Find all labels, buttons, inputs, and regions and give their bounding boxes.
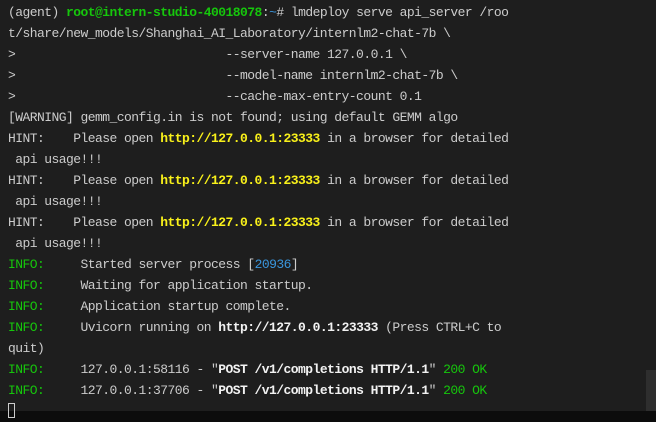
terminal-text: INFO: (8, 383, 45, 398)
url-text: http://127.0.0.1:23333 (160, 215, 320, 230)
terminal-text: t/share/new_models/Shanghai_AI_Laborator… (8, 26, 451, 41)
terminal-text: root@intern-studio-40018078 (66, 5, 262, 20)
terminal-text: 20936 (254, 257, 292, 272)
terminal-line: [WARNING] gemm_config.in is not found; u… (8, 107, 656, 128)
terminal-line: HINT: Please open http://127.0.0.1:23333… (8, 212, 656, 233)
terminal-line: (agent) root@intern-studio-40018078:~# l… (8, 2, 656, 23)
terminal-text: POST /v1/completions HTTP/1.1 (218, 383, 429, 398)
terminal-text: INFO: (8, 362, 45, 377)
terminal-text: api usage!!! (8, 152, 103, 167)
url-text: http://127.0.0.1:23333 (160, 131, 320, 146)
terminal-text: > --server-name 127.0.0.1 \ (8, 47, 407, 62)
terminal-line: HINT: Please open http://127.0.0.1:23333… (8, 128, 656, 149)
terminal-text: Started server process [ (44, 257, 256, 272)
terminal-text: in a browser for detailed (319, 215, 509, 230)
terminal-line: t/share/new_models/Shanghai_AI_Laborator… (8, 23, 656, 44)
terminal-line: > --server-name 127.0.0.1 \ (8, 44, 656, 65)
terminal-line: INFO: 127.0.0.1:58116 - "POST /v1/comple… (8, 359, 656, 380)
prompt-line[interactable] (8, 401, 656, 422)
url-text: http://127.0.0.1:23333 (218, 320, 378, 335)
terminal-text: : (261, 5, 270, 20)
terminal-text: INFO: (8, 320, 45, 335)
terminal-text: # lmdeploy serve api_server /roo (276, 5, 509, 20)
terminal-text: in a browser for detailed (319, 131, 509, 146)
terminal-text: (agent) (8, 5, 67, 20)
terminal-text: (Press CTRL+C to (377, 320, 502, 335)
terminal-line: > --cache-max-entry-count 0.1 (8, 86, 656, 107)
terminal-text: [WARNING] gemm_config.in is not found; u… (8, 110, 458, 125)
terminal-line: HINT: Please open http://127.0.0.1:23333… (8, 170, 656, 191)
terminal-text: 127.0.0.1:58116 - " (44, 362, 219, 377)
terminal-line: INFO: Application startup complete. (8, 296, 656, 317)
terminal-text: > --model-name internlm2-chat-7b \ (8, 68, 458, 83)
terminal-text: Uvicorn running on (44, 320, 219, 335)
terminal-output: (agent) root@intern-studio-40018078:~# l… (0, 0, 656, 422)
terminal-text: Application startup complete. (44, 299, 292, 314)
terminal-text: INFO: (8, 278, 45, 293)
terminal-line: api usage!!! (8, 191, 656, 212)
terminal-text: HINT: Please open (8, 215, 161, 230)
terminal-text: INFO: (8, 299, 45, 314)
terminal-text: 200 OK (443, 362, 487, 377)
terminal-text: api usage!!! (8, 194, 103, 209)
terminal-text: Waiting for application startup. (44, 278, 314, 293)
url-text: http://127.0.0.1:23333 (160, 173, 320, 188)
terminal-text: HINT: Please open (8, 173, 161, 188)
terminal-line: INFO: Waiting for application startup. (8, 275, 656, 296)
terminal-text: 200 OK (443, 383, 487, 398)
terminal-text: INFO: (8, 257, 45, 272)
terminal-text: in a browser for detailed (319, 173, 509, 188)
terminal-text: ] (290, 257, 299, 272)
terminal-text: api usage!!! (8, 236, 103, 251)
terminal-text: 127.0.0.1:37706 - " (44, 383, 219, 398)
terminal-text: > --cache-max-entry-count 0.1 (8, 89, 422, 104)
terminal-line: INFO: Uvicorn running on http://127.0.0.… (8, 317, 656, 338)
terminal-text: HINT: Please open (8, 131, 161, 146)
terminal-line: api usage!!! (8, 149, 656, 170)
terminal-text: quit) (8, 341, 45, 356)
terminal-line: INFO: Started server process [20936] (8, 254, 656, 275)
terminal-text: " (428, 383, 444, 398)
terminal-window[interactable]: (agent) root@intern-studio-40018078:~# l… (0, 0, 656, 418)
terminal-line: INFO: 127.0.0.1:37706 - "POST /v1/comple… (8, 380, 656, 401)
terminal-line: quit) (8, 338, 656, 359)
terminal-text: " (428, 362, 444, 377)
terminal-line: > --model-name internlm2-chat-7b \ (8, 65, 656, 86)
terminal-text: POST /v1/completions HTTP/1.1 (218, 362, 429, 377)
terminal-line: api usage!!! (8, 233, 656, 254)
scrollbar-thumb[interactable] (646, 370, 656, 411)
